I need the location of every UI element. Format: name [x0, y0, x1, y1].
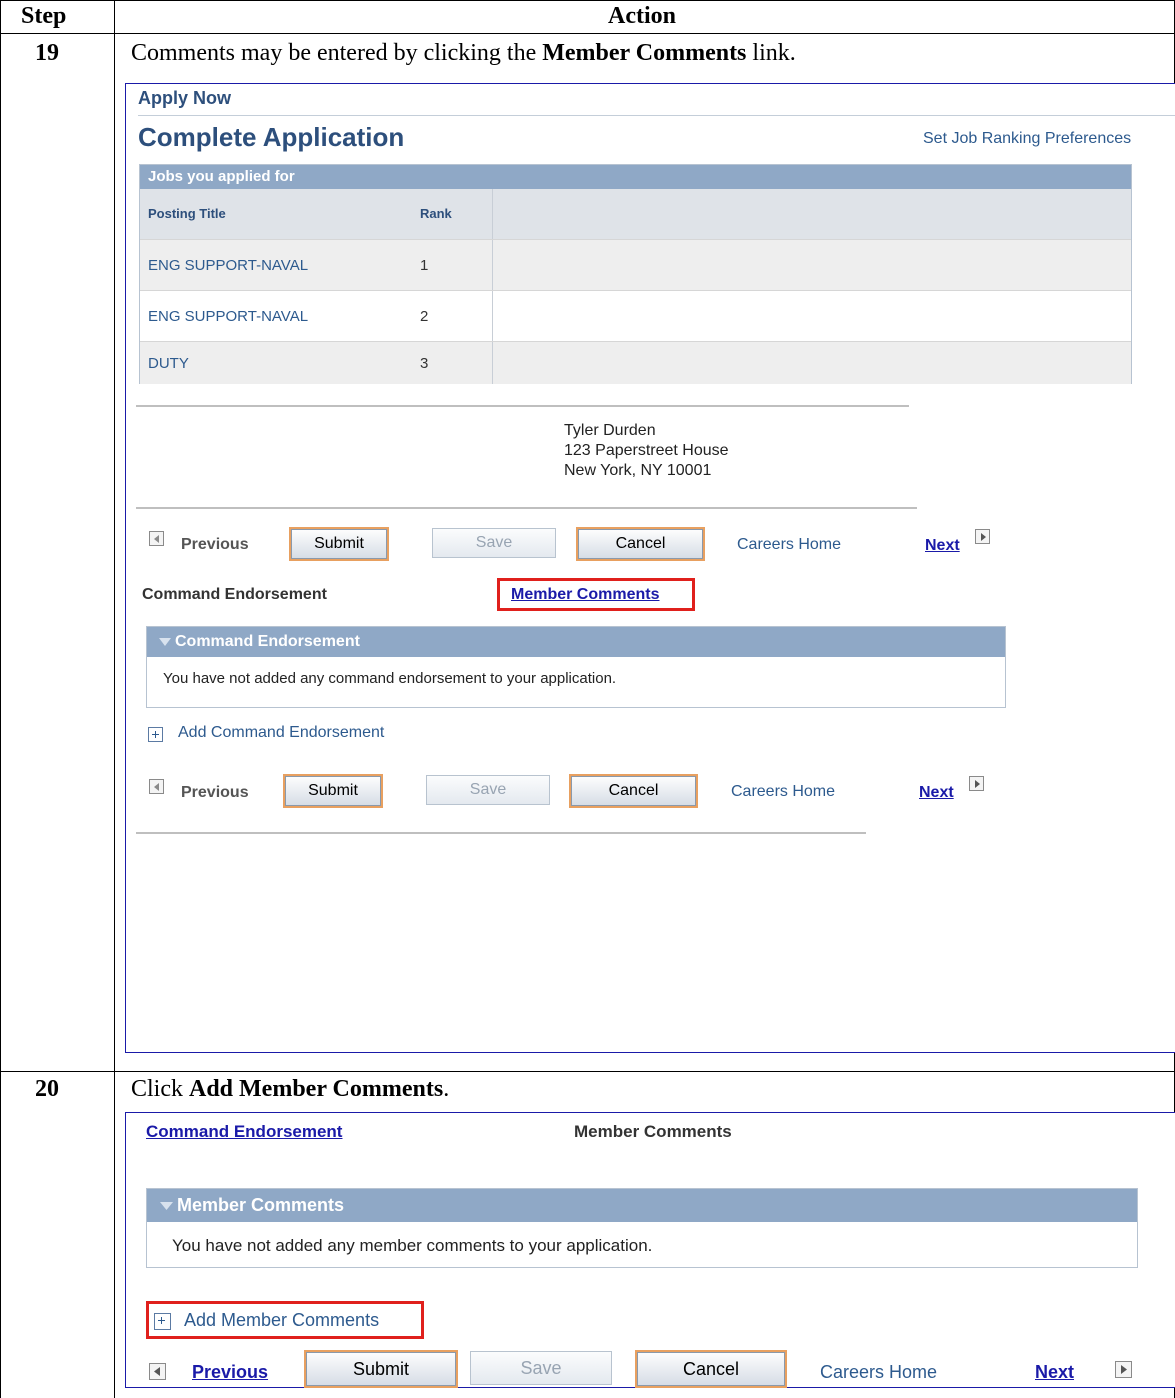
cancel-button[interactable]: Cancel: [571, 776, 696, 806]
next-arrow-icon[interactable]: [1115, 1361, 1132, 1378]
save-button: Save: [426, 775, 550, 805]
careers-home-link[interactable]: Careers Home: [820, 1362, 937, 1383]
posting-title-cell[interactable]: ENG SUPPORT-NAVAL: [148, 308, 308, 325]
jobs-grid-header: Jobs you applied for: [140, 165, 1131, 189]
table-border-top: [0, 0, 1175, 1]
save-button: Save: [432, 528, 556, 558]
previous-arrow-icon[interactable]: [149, 779, 164, 794]
next-link[interactable]: Next: [1035, 1362, 1074, 1383]
step-number-19: 19: [35, 40, 59, 66]
cancel-button[interactable]: Cancel: [637, 1352, 785, 1386]
submit-button[interactable]: Submit: [285, 776, 381, 806]
divider: [136, 405, 909, 407]
table-row-divider: [0, 1071, 1175, 1072]
divider: [138, 115, 1175, 116]
previous-link[interactable]: Previous: [181, 784, 249, 802]
collapse-icon[interactable]: [159, 638, 171, 647]
section-title: Command Endorsement: [175, 633, 360, 650]
next-arrow-icon[interactable]: [969, 776, 984, 791]
command-endorsement-label: Command Endorsement: [142, 586, 327, 603]
previous-arrow-icon[interactable]: [149, 531, 164, 546]
step-20-nav-layer: [125, 1112, 1174, 1386]
posting-title-cell[interactable]: DUTY: [148, 355, 189, 372]
next-arrow-icon[interactable]: [975, 529, 990, 544]
table-row[interactable]: ENG SUPPORT-NAVAL 1: [140, 239, 1131, 290]
previous-link[interactable]: Previous: [192, 1362, 268, 1383]
careers-home-link[interactable]: Careers Home: [737, 536, 841, 554]
save-button: Save: [470, 1351, 612, 1385]
submit-button[interactable]: Submit: [291, 529, 387, 559]
step-20-instruction: Click Add Member Comments.: [131, 1076, 450, 1102]
address-name: Tyler Durden: [564, 422, 656, 439]
table-header-divider: [0, 33, 1175, 34]
header-action: Action: [608, 3, 676, 29]
section-message: You have not added any command endorseme…: [163, 670, 617, 687]
step-number-20: 20: [35, 1076, 59, 1102]
col-divider: [492, 291, 493, 341]
col-rank: Rank: [420, 206, 452, 221]
address-city: New York, NY 10001: [564, 462, 712, 479]
rank-cell: 2: [420, 308, 429, 325]
col-divider: [492, 189, 493, 239]
divider: [136, 832, 866, 834]
add-icon[interactable]: [148, 727, 163, 742]
col-divider: [492, 240, 493, 290]
divider: [136, 507, 917, 509]
step-19-screenshot: Apply Now Complete Application Set Job R…: [125, 83, 1175, 1053]
header-step: Step: [21, 3, 67, 29]
step-19-instruction: Comments may be entered by clicking the …: [131, 40, 796, 66]
careers-home-link[interactable]: Careers Home: [731, 783, 835, 801]
address-block: Tyler Durden 123 Paperstreet House New Y…: [564, 421, 729, 481]
table-column-divider: [114, 0, 115, 1398]
rank-cell: 3: [420, 355, 429, 372]
jobs-grid: Jobs you applied for Posting Title Rank …: [139, 164, 1132, 384]
add-command-endorsement-link[interactable]: Add Command Endorsement: [178, 724, 384, 742]
col-divider: [492, 342, 493, 384]
section-header[interactable]: Command Endorsement: [147, 627, 1005, 657]
table-row[interactable]: DUTY 3: [140, 341, 1131, 384]
cancel-button[interactable]: Cancel: [578, 529, 703, 559]
previous-arrow-icon[interactable]: [149, 1363, 166, 1380]
next-link[interactable]: Next: [925, 537, 960, 555]
submit-button[interactable]: Submit: [306, 1352, 456, 1386]
page-title: Complete Application: [138, 122, 405, 152]
table-row[interactable]: ENG SUPPORT-NAVAL 2: [140, 290, 1131, 341]
set-job-ranking-link[interactable]: Set Job Ranking Preferences: [923, 130, 1131, 148]
apply-now-heading: Apply Now: [138, 88, 231, 108]
jobs-grid-colheader: Posting Title Rank: [140, 189, 1131, 239]
table-border-left: [0, 0, 1, 1398]
previous-link[interactable]: Previous: [181, 536, 249, 554]
command-endorsement-section: Command Endorsement You have not added a…: [146, 626, 1006, 708]
posting-title-cell[interactable]: ENG SUPPORT-NAVAL: [148, 257, 308, 274]
rank-cell: 1: [420, 257, 429, 274]
col-posting-title: Posting Title: [148, 206, 226, 221]
highlight-box: [497, 578, 695, 611]
address-street: 123 Paperstreet House: [564, 442, 729, 459]
next-link[interactable]: Next: [919, 784, 954, 802]
